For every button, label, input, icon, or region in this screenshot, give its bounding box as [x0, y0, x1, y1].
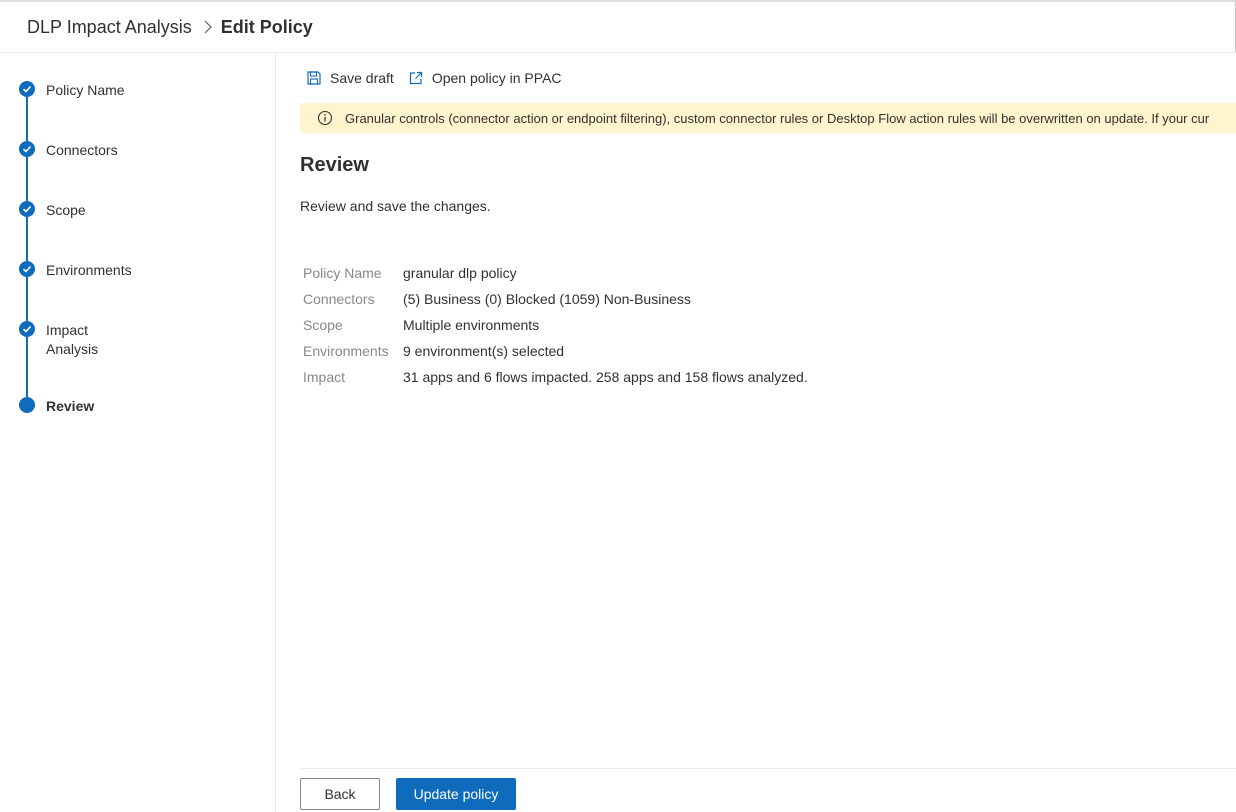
checkmark-icon — [19, 261, 35, 277]
checkmark-icon — [19, 81, 35, 97]
chevron-right-icon — [204, 20, 212, 34]
save-icon — [307, 71, 321, 85]
summary-key: Environments — [303, 343, 389, 359]
step-connector — [26, 217, 28, 261]
step-label: Review — [46, 398, 95, 414]
page-header: DLP Impact Analysis Edit Policy — [0, 2, 1236, 53]
current-step-dot-icon — [19, 397, 35, 413]
summary-value: 9 environment(s) selected — [403, 343, 565, 359]
summary-row: Environments 9 environment(s) selected — [300, 338, 808, 364]
wizard-steps: Policy Name Connectors Scope Environment… — [0, 53, 276, 812]
review-summary: Policy Name granular dlp policy Connecto… — [300, 260, 808, 390]
step-label: Policy Name — [46, 82, 125, 98]
summary-value: 31 apps and 6 flows impacted. 258 apps a… — [403, 369, 808, 385]
banner-message: Granular controls (connector action or e… — [345, 110, 1210, 126]
section-title: Review — [300, 154, 369, 176]
summary-key: Impact — [303, 369, 346, 385]
footer-divider — [300, 768, 1236, 769]
summary-value: (5) Business (0) Blocked (1059) Non-Busi… — [403, 291, 691, 307]
open-external-icon — [409, 71, 422, 85]
checkmark-icon — [19, 141, 35, 157]
summary-row: Scope Multiple environments — [300, 312, 808, 338]
step-connector — [26, 337, 28, 397]
checkmark-icon — [19, 201, 35, 217]
summary-key: Scope — [303, 317, 343, 333]
step-label: Scope — [46, 202, 86, 218]
step-connector — [26, 157, 28, 201]
summary-key: Connectors — [303, 291, 375, 307]
step-label: Impact Analysis — [46, 322, 99, 357]
page-title: Edit Policy — [220, 16, 313, 37]
open-policy-ppac-button[interactable]: Open policy in PPAC — [408, 70, 562, 86]
command-bar: Save draft Open policy in PPAC — [306, 67, 576, 89]
info-icon — [317, 110, 333, 126]
summary-key: Policy Name — [303, 265, 382, 281]
main-content: Save draft Open policy in PPAC Granular … — [276, 53, 1236, 812]
step-label: Connectors — [46, 142, 118, 158]
save-draft-label: Save draft — [330, 70, 394, 86]
section-description: Review and save the changes. — [300, 198, 491, 214]
save-draft-button[interactable]: Save draft — [306, 70, 394, 86]
summary-value: Multiple environments — [403, 317, 540, 333]
step-label: Environments — [46, 262, 132, 278]
breadcrumb-root[interactable]: DLP Impact Analysis — [27, 17, 192, 38]
summary-row: Connectors (5) Business (0) Blocked (105… — [300, 286, 808, 312]
checkmark-icon — [19, 321, 35, 337]
summary-row: Impact 31 apps and 6 flows impacted. 258… — [300, 364, 808, 390]
step-connector — [26, 97, 28, 141]
step-connector — [26, 277, 28, 321]
summary-value: granular dlp policy — [403, 265, 517, 281]
update-policy-button[interactable]: Update policy — [396, 778, 516, 810]
open-policy-label: Open policy in PPAC — [431, 70, 562, 86]
back-button[interactable]: Back — [300, 778, 380, 810]
warning-banner: Granular controls (connector action or e… — [300, 103, 1236, 133]
summary-row: Policy Name granular dlp policy — [300, 260, 808, 286]
